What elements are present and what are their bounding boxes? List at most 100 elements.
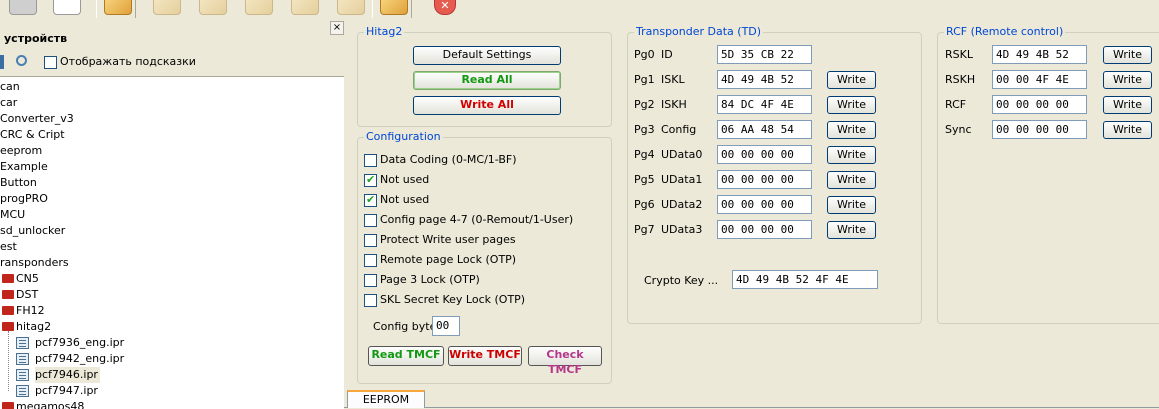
write-all-button[interactable]: Write All (413, 96, 561, 115)
page-value-input[interactable]: 84 DC 4F 4E (717, 95, 812, 114)
rcf-name-label: RCF (945, 98, 967, 111)
config-checkbox[interactable] (364, 154, 377, 167)
search-icon[interactable] (16, 55, 27, 66)
edit-icon[interactable] (96, 0, 136, 18)
config-option-label: Config page 4-7 (0-Remout/1-User) (380, 213, 574, 226)
tree-file-item[interactable]: pcf7946.ipr (35, 367, 100, 383)
folder-icon (2, 322, 14, 331)
tree-item[interactable]: Converter_v3 (0, 111, 74, 127)
configuration-title: Configuration (364, 130, 443, 144)
doc-grey-icon[interactable] (2, 0, 42, 18)
tree-item[interactable]: CRC & Cript (0, 127, 65, 143)
read-all-button[interactable]: Read All (413, 71, 561, 90)
rcf-value-input[interactable]: 00 00 00 00 (992, 120, 1087, 139)
config-option-label: SKL Secret Key Lock (OTP) (380, 293, 526, 306)
tree-file-item[interactable]: pcf7942_eng.ipr (35, 351, 124, 367)
tree-item[interactable]: progPRO (0, 191, 48, 207)
close-panel-button[interactable]: × (330, 21, 344, 35)
tree-file-item[interactable]: pcf7936_eng.ipr (35, 335, 124, 351)
edit-icon[interactable] (330, 0, 370, 18)
file-icon (16, 385, 29, 397)
page-number-label: Pg7 (634, 223, 655, 236)
tree-item[interactable]: MCU (0, 207, 25, 223)
tree-item[interactable]: Example (0, 159, 48, 175)
write-page-button[interactable]: Write (827, 146, 876, 164)
tab-eeprom[interactable]: EEPROM (347, 390, 425, 408)
page-number-label: Pg1 (634, 73, 655, 86)
config-checkbox[interactable] (364, 234, 377, 247)
device-tree[interactable]: can car Converter_v3 CRC & Cript eeprom Examp… (0, 76, 344, 409)
page-value-input[interactable]: 06 AA 48 54 (717, 120, 812, 139)
write-page-button[interactable]: Write (827, 196, 876, 214)
rcf-name-label: RSKH (945, 73, 976, 86)
page-name-label: ID (661, 48, 673, 61)
write-page-button[interactable]: Write (827, 171, 876, 189)
write-rcf-button[interactable]: Write (1103, 121, 1152, 139)
panel-title: устройств (4, 32, 68, 45)
edit-icon[interactable] (284, 0, 324, 18)
edit-icon[interactable] (146, 0, 186, 18)
config-checkbox[interactable] (364, 193, 377, 207)
check-tmcf-button[interactable]: Check TMCF (528, 346, 602, 376)
tree-item[interactable]: est (0, 239, 17, 255)
page-number-label: Pg3 (634, 123, 655, 136)
default-settings-button[interactable]: Default Settings (413, 46, 561, 65)
write-page-button[interactable]: Write (827, 221, 876, 239)
tree-item[interactable]: ransponders (0, 255, 69, 271)
edit-icon[interactable] (238, 0, 278, 18)
stop-icon[interactable]: ✕ (424, 0, 464, 18)
rcf-value-input[interactable]: 4D 49 4B 52 (992, 45, 1087, 64)
tree-item[interactable]: Button (0, 175, 37, 191)
page-value-input[interactable]: 00 00 00 00 (717, 195, 812, 214)
config-byte-input[interactable]: 00 (432, 316, 460, 336)
transponder-data-title: Transponder Data (TD) (634, 25, 764, 39)
tree-folder-item[interactable]: DST (16, 287, 38, 303)
config-checkbox[interactable] (364, 173, 377, 187)
config-byte-label: Config byte (373, 320, 437, 333)
rcf-name-label: Sync (945, 123, 972, 136)
tree-item[interactable]: eeprom (0, 143, 42, 159)
doc-white-icon[interactable] (46, 0, 86, 18)
write-page-button[interactable]: Write (827, 96, 876, 114)
rcf-value-input[interactable]: 00 00 4F 4E (992, 70, 1087, 89)
config-checkbox[interactable] (364, 214, 377, 227)
tree-icon[interactable] (0, 55, 4, 69)
rcf-value-input[interactable]: 00 00 00 00 (992, 95, 1087, 114)
page-value-input[interactable]: 4D 49 4B 52 (717, 70, 812, 89)
tree-item[interactable]: can (0, 79, 20, 95)
page-value-input[interactable]: 5D 35 CB 22 (717, 45, 812, 64)
config-checkbox[interactable] (364, 294, 377, 307)
write-tmcf-button[interactable]: Write TMCF (448, 346, 522, 366)
page-value-input[interactable]: 00 00 00 00 (717, 220, 812, 239)
crypto-key-label: Crypto Key ... (644, 274, 719, 287)
edit-icon[interactable] (192, 0, 232, 18)
edit-icon[interactable] (372, 0, 412, 18)
tree-file-item[interactable]: pcf7947.ipr (35, 383, 98, 399)
tree-folder-item[interactable]: FH12 (16, 303, 45, 319)
tree-item[interactable]: car (0, 95, 17, 111)
write-rcf-button[interactable]: Write (1103, 46, 1152, 64)
write-page-button[interactable]: Write (827, 71, 876, 89)
page-value-input[interactable]: 00 00 00 00 (717, 145, 812, 164)
show-hints-checkbox[interactable] (44, 56, 57, 69)
tree-item[interactable]: sd_unlocker (0, 223, 65, 239)
config-checkbox[interactable] (364, 254, 377, 267)
tree-folder-item[interactable]: hitag2 (16, 319, 51, 335)
page-name-label: UData0 (661, 148, 703, 161)
hitag2-title: Hitag2 (364, 25, 405, 39)
write-page-button[interactable]: Write (827, 121, 876, 139)
read-tmcf-button[interactable]: Read TMCF (368, 346, 444, 366)
config-option-label: Remote page Lock (OTP) (380, 253, 517, 266)
crypto-key-input[interactable]: 4D 49 4B 52 4F 4E (732, 270, 878, 289)
page-name-label: UData2 (661, 198, 703, 211)
config-option-label: Not used (380, 173, 430, 186)
write-rcf-button[interactable]: Write (1103, 96, 1152, 114)
folder-icon (2, 290, 14, 299)
transponder-data-group: Transponder Data (TD) Pg0 ID 5D 35 CB 22 Pg… (627, 25, 922, 324)
page-number-label: Pg4 (634, 148, 655, 161)
rcf-title: RCF (Remote control) (944, 25, 1066, 39)
config-checkbox[interactable] (364, 274, 377, 287)
write-rcf-button[interactable]: Write (1103, 71, 1152, 89)
tree-folder-item[interactable]: CN5 (16, 271, 39, 287)
page-value-input[interactable]: 00 00 00 00 (717, 170, 812, 189)
